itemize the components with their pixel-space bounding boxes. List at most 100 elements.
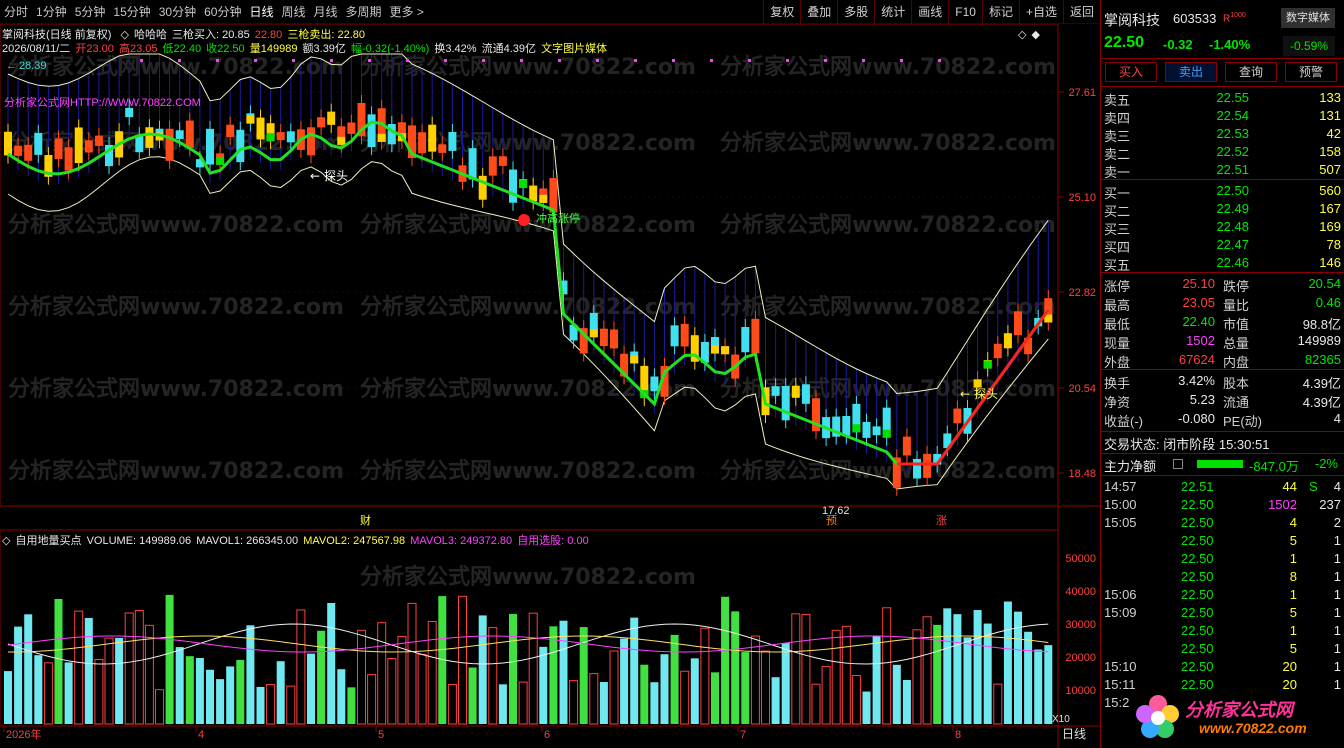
watermark: 分析家公式网www.70822.com <box>8 54 344 80</box>
period-tab[interactable]: 分时 <box>0 0 32 24</box>
candle-body <box>1003 333 1012 349</box>
volume-bar <box>175 647 184 724</box>
volume-bar <box>589 673 599 725</box>
tick-cell: 15:09 <box>1104 605 1137 620</box>
volume-bar <box>236 660 245 724</box>
tick-cell: 8 <box>1289 569 1297 584</box>
volume-select: 自用选股: 0.00 <box>517 535 589 547</box>
tick-cell: 1 <box>1333 587 1341 602</box>
buy-button[interactable]: 买入 <box>1105 62 1157 82</box>
period-tab[interactable]: 15分钟 <box>109 0 154 24</box>
period-tab[interactable]: 日线 <box>245 0 277 24</box>
candle-body <box>599 328 608 347</box>
volume-bar <box>488 627 498 725</box>
candle-body <box>94 135 103 146</box>
candle-cap <box>882 429 891 438</box>
toolbar-button[interactable]: F10 <box>948 0 982 24</box>
tick-cell: 22.51 <box>1181 479 1214 494</box>
main-flow-bar <box>1197 460 1243 468</box>
period-tab[interactable]: 多周期 <box>342 0 386 24</box>
ohlc-high: 高23.05 <box>118 43 158 55</box>
tick-cell: 1 <box>1333 533 1341 548</box>
query-button[interactable]: 查询 <box>1225 62 1277 82</box>
volume-bar <box>24 614 33 724</box>
toolbar-button[interactable]: 多股 <box>837 0 874 24</box>
watermark: 分析家公式网www.70822.com <box>360 54 696 80</box>
volume-bar <box>195 657 204 724</box>
period-tab[interactable]: 月线 <box>310 0 342 24</box>
period-tab[interactable]: 周线 <box>277 0 309 24</box>
main-flow-pct: -2% <box>1314 456 1338 471</box>
volume-bar <box>922 616 932 725</box>
period-tab[interactable]: 5分钟 <box>71 0 110 24</box>
candle-cap <box>852 424 861 433</box>
volume-bar <box>427 620 437 725</box>
annotation-label: 探头 <box>324 169 348 183</box>
tick-cell: 22.50 <box>1181 533 1214 548</box>
tick-row: 22.50 8 1 <box>1101 568 1344 586</box>
signal-dot <box>558 59 561 62</box>
site-logo: 分析家公式网 www.70822.com <box>1133 688 1343 746</box>
candle-body <box>387 123 396 145</box>
volume-bar <box>4 671 12 724</box>
x-axis-label: 6 <box>544 729 550 741</box>
volume-bar <box>185 656 194 724</box>
volume-bar <box>761 650 770 725</box>
volume-bar <box>882 607 892 725</box>
tick-cell: 1 <box>1333 641 1341 656</box>
period-tab[interactable]: 1分钟 <box>32 0 71 24</box>
volume-collapse-icon[interactable]: ◇ <box>2 535 10 547</box>
toolbar-button[interactable]: 画线 <box>911 0 948 24</box>
lower-line <box>7 156 1049 490</box>
volume-bar <box>781 643 790 724</box>
volume-bar <box>226 666 235 724</box>
period-tab[interactable]: 60分钟 <box>200 0 245 24</box>
candle-body <box>529 185 538 202</box>
candle-body <box>468 148 477 180</box>
volume-bar <box>1003 601 1012 724</box>
tick-cell: 22.50 <box>1181 569 1214 584</box>
candle-body <box>4 131 12 156</box>
candle-body <box>923 453 932 478</box>
candle-cap <box>337 136 346 145</box>
candle-cap <box>377 133 386 142</box>
candle-body <box>862 421 871 438</box>
tick-row: 22.50 5 1 <box>1101 532 1344 550</box>
sell-button[interactable]: 卖出 <box>1165 62 1217 82</box>
divider <box>1101 179 1344 180</box>
ohlc-extra: 文字图片媒体 <box>541 43 608 55</box>
sector-button[interactable]: 数字媒体 <box>1281 8 1335 28</box>
diamond-filled-icon[interactable]: ◆ <box>1032 29 1040 41</box>
row-volume: 507 <box>1319 162 1341 177</box>
period-tab[interactable]: 30分钟 <box>155 0 200 24</box>
toolbar-button[interactable]: +自选 <box>1018 0 1063 24</box>
stat-row: 涨停 25.10 跌停 20.54 <box>1101 275 1344 294</box>
volume-bar <box>821 665 831 725</box>
volume-axis-label: 10000 <box>1065 685 1096 697</box>
ask-row: 卖三 22.53 42 <box>1101 125 1344 144</box>
toolbar-button[interactable]: 返回 <box>1062 0 1100 24</box>
kline-chart-area[interactable]: 27.61 25.10 22.82 20.54 18.48 50000 40000 30000… <box>0 24 1100 748</box>
trade-status: 交易状态: 闭市阶段 15:30:51 <box>1104 437 1270 452</box>
period-tab[interactable]: 更多 > <box>386 0 428 24</box>
main-chart-svg[interactable]: 27.61 25.10 22.82 20.54 18.48 50000 40000 30000… <box>0 24 1100 748</box>
alert-button[interactable]: 预警 <box>1285 62 1337 82</box>
toolbar-button[interactable]: 标记 <box>981 0 1019 24</box>
toolbar-button[interactable]: 复权 <box>763 0 800 24</box>
volume-bar <box>660 654 669 724</box>
volume-bar <box>953 614 962 724</box>
event-badge: 财 <box>360 513 371 527</box>
list-icon[interactable] <box>1173 459 1183 469</box>
stat-row: 最低 22.40 市值 98.8亿 <box>1101 313 1344 332</box>
volume-bar <box>1034 649 1043 724</box>
signal-dot <box>634 59 637 62</box>
bid-row: 买三 22.48 169 <box>1101 218 1344 237</box>
toolbar-button[interactable]: 统计 <box>874 0 911 24</box>
volume-axis-label: 20000 <box>1065 652 1096 664</box>
ask-row: 卖二 22.52 158 <box>1101 143 1344 162</box>
tick-cell: 22.50 <box>1181 497 1214 512</box>
diamond-icon[interactable]: ◇ <box>1018 29 1026 41</box>
toolbar-button[interactable]: 叠加 <box>800 0 837 24</box>
watermark: 分析家公式网www.70822.com <box>8 294 344 320</box>
volume-bar <box>347 687 356 724</box>
